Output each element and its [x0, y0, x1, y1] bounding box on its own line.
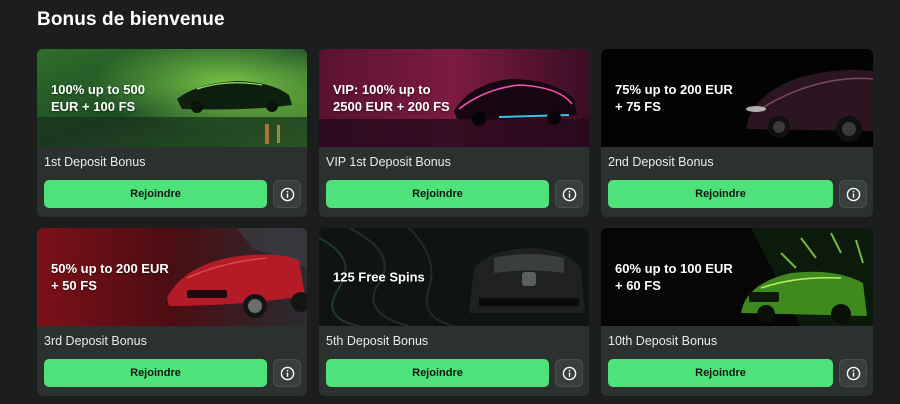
bonus-grid: 100% up to 500 EUR + 100 FS 1st Deposit … — [37, 49, 874, 396]
bonus-title: 3rd Deposit Bonus — [44, 334, 147, 348]
bonus-card: VIP: 100% up to 2500 EUR + 200 FS VIP 1s… — [319, 49, 589, 217]
info-icon — [562, 366, 576, 380]
bonus-headline-line1: 100% up to 500 — [51, 82, 145, 97]
bonus-banner-text: 125 Free Spins — [333, 269, 473, 286]
bonus-headline-line1: 50% up to 200 EUR — [51, 261, 169, 276]
join-button[interactable]: Rejoindre — [608, 180, 833, 208]
info-icon — [280, 187, 294, 201]
info-icon — [846, 366, 860, 380]
info-button[interactable] — [839, 180, 867, 208]
bonus-banner-text: VIP: 100% up to 2500 EUR + 200 FS — [333, 81, 473, 115]
bonus-title: 2nd Deposit Bonus — [608, 155, 714, 169]
bonus-banner-text: 75% up to 200 EUR + 75 FS — [615, 81, 755, 115]
info-button[interactable] — [273, 359, 301, 387]
section-title: Bonus de bienvenue — [37, 9, 225, 30]
join-button[interactable]: Rejoindre — [44, 359, 267, 387]
bonus-headline-line2: + 50 FS — [51, 278, 97, 293]
join-button[interactable]: Rejoindre — [326, 359, 549, 387]
info-icon — [846, 187, 860, 201]
info-button[interactable] — [555, 180, 583, 208]
bonus-headline-line2: + 75 FS — [615, 99, 661, 114]
bonus-banner[interactable]: 50% up to 200 EUR + 50 FS — [37, 228, 307, 326]
bonus-banner-text: 60% up to 100 EUR + 60 FS — [615, 260, 755, 294]
info-icon — [562, 187, 576, 201]
bonus-card: 100% up to 500 EUR + 100 FS 1st Deposit … — [37, 49, 307, 217]
bonus-headline-line1: VIP: 100% up to — [333, 82, 431, 97]
bonus-banner[interactable]: VIP: 100% up to 2500 EUR + 200 FS — [319, 49, 589, 147]
bonus-banner[interactable]: 125 Free Spins — [319, 228, 589, 326]
bonus-title: 5th Deposit Bonus — [326, 334, 429, 348]
bonus-banner-text: 50% up to 200 EUR + 50 FS — [51, 260, 191, 294]
bonus-card: 60% up to 100 EUR + 60 FS 10th Deposit B… — [601, 228, 873, 396]
info-button[interactable] — [273, 180, 301, 208]
info-button[interactable] — [839, 359, 867, 387]
bonus-banner[interactable]: 60% up to 100 EUR + 60 FS — [601, 228, 873, 326]
bonus-title: 1st Deposit Bonus — [44, 155, 146, 169]
bonus-title: VIP 1st Deposit Bonus — [326, 155, 451, 169]
bonus-banner[interactable]: 75% up to 200 EUR + 75 FS — [601, 49, 873, 147]
bonus-banner-text: 100% up to 500 EUR + 100 FS — [51, 81, 191, 115]
join-button[interactable]: Rejoindre — [326, 180, 549, 208]
join-button[interactable]: Rejoindre — [608, 359, 833, 387]
bonus-title: 10th Deposit Bonus — [608, 334, 718, 348]
info-icon — [280, 366, 294, 380]
bonus-headline-line1: 125 Free Spins — [333, 269, 425, 285]
bonus-headline-line2: EUR + 100 FS — [51, 99, 136, 114]
bonus-headline-line2: + 60 FS — [615, 278, 661, 293]
bonus-card: 75% up to 200 EUR + 75 FS 2nd Deposit Bo… — [601, 49, 873, 217]
bonus-card: 50% up to 200 EUR + 50 FS 3rd Deposit Bo… — [37, 228, 307, 396]
bonus-headline-line2: 2500 EUR + 200 FS — [333, 99, 450, 114]
bonus-headline-line1: 60% up to 100 EUR — [615, 261, 733, 276]
bonus-banner[interactable]: 100% up to 500 EUR + 100 FS — [37, 49, 307, 147]
join-button[interactable]: Rejoindre — [44, 180, 267, 208]
bonus-headline-line1: 75% up to 200 EUR — [615, 82, 733, 97]
info-button[interactable] — [555, 359, 583, 387]
bonus-card: 125 Free Spins 5th Deposit Bonus Rejoind… — [319, 228, 589, 396]
